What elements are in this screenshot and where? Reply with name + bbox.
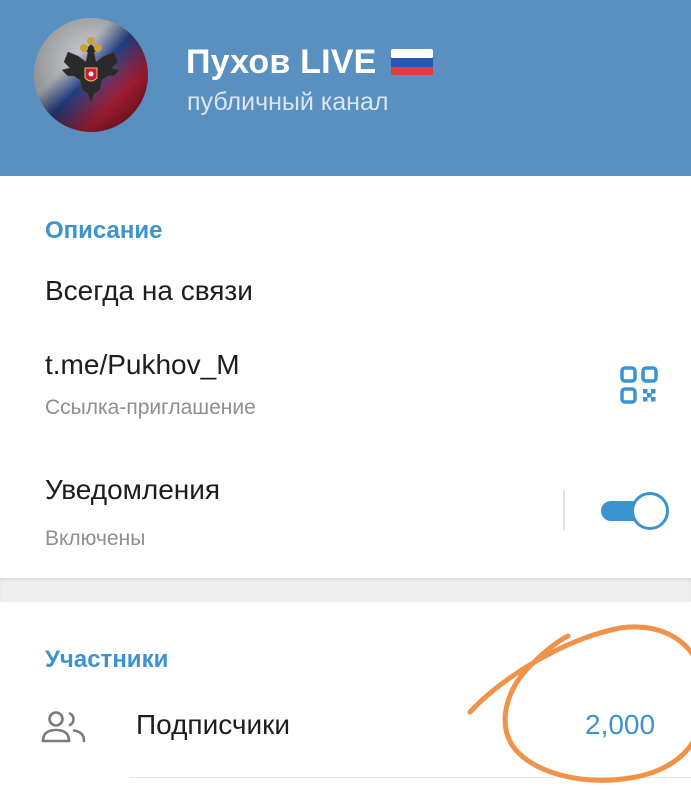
channel-title-row: Пухов LIVE — [186, 40, 433, 84]
subscribers-count[interactable]: 2,000 — [585, 709, 655, 741]
channel-header: Пухов LIVE публичный канал — [0, 0, 691, 176]
description-section-label: Описание — [45, 217, 163, 244]
russia-flag-icon — [390, 48, 433, 76]
invite-link-caption: Ссылка-приглашение — [45, 396, 256, 419]
coat-of-arms-icon — [34, 18, 148, 132]
channel-type: публичный канал — [187, 88, 389, 116]
channel-title: Пухов LIVE — [186, 42, 377, 81]
notifications-toggle[interactable] — [601, 491, 669, 530]
people-icon — [40, 708, 88, 748]
channel-avatar[interactable] — [34, 18, 148, 132]
notifications-status: Включены — [45, 527, 146, 550]
toggle-knob — [631, 492, 669, 530]
qr-code-icon[interactable] — [618, 364, 660, 406]
description-text: Всегда на связи — [45, 275, 253, 306]
subscribers-label[interactable]: Подписчики — [136, 709, 290, 741]
list-divider — [130, 777, 691, 778]
notifications-label: Уведомления — [45, 474, 221, 505]
divider — [563, 490, 565, 530]
invite-link[interactable]: t.me/Pukhov_M — [45, 349, 240, 381]
members-section-label: Участники — [45, 646, 169, 673]
section-separator — [0, 578, 691, 602]
